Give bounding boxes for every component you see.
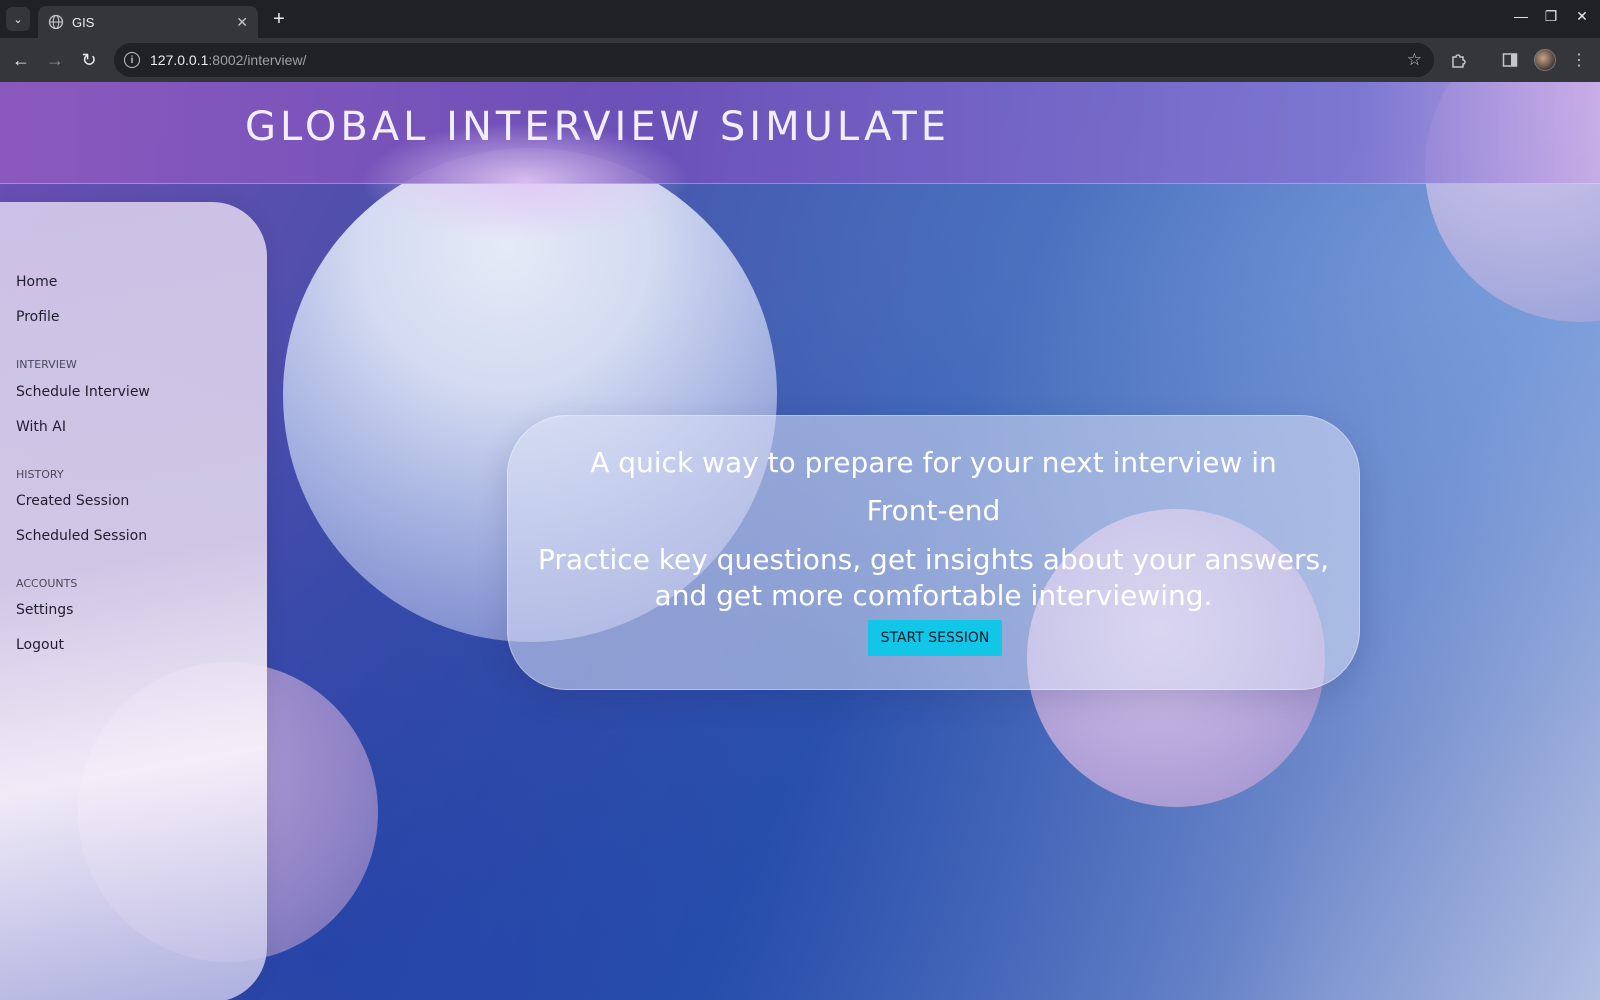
window-close-icon[interactable]: ✕ bbox=[1570, 8, 1594, 25]
site-info-icon[interactable]: i bbox=[124, 52, 140, 68]
more-menu-icon[interactable]: ⋮ bbox=[1566, 47, 1592, 73]
extensions-puzzle-icon[interactable] bbox=[1446, 47, 1472, 73]
browser-tab[interactable]: GIS ✕ bbox=[38, 6, 258, 38]
tab-search-button[interactable]: ⌄ bbox=[6, 7, 30, 31]
new-tab-button[interactable]: + bbox=[266, 6, 292, 32]
close-icon[interactable]: ✕ bbox=[236, 14, 248, 31]
hero-heading: A quick way to prepare for your next int… bbox=[590, 446, 1277, 479]
sidebar-section-interview: INTERVIEW bbox=[16, 358, 77, 371]
site-title: GLOBAL INTERVIEW SIMULATE bbox=[245, 104, 951, 150]
sidebar-item-scheduled-session[interactable]: Scheduled Session bbox=[16, 528, 147, 544]
sidebar: Home Profile INTERVIEW Schedule Intervie… bbox=[0, 202, 267, 1000]
sidebar-item-with-ai[interactable]: With AI bbox=[16, 419, 66, 435]
site-header: GLOBAL INTERVIEW SIMULATE bbox=[0, 82, 1600, 242]
browser-tab-strip: ⌄ GIS ✕ + — ❐ ✕ bbox=[0, 0, 1600, 38]
forward-arrow-icon[interactable]: → bbox=[42, 47, 68, 73]
sidebar-section-history: HISTORY bbox=[16, 468, 64, 481]
sidebar-item-home[interactable]: Home bbox=[16, 274, 57, 290]
url-path: :8002/interview/ bbox=[208, 52, 307, 68]
url-host: 127.0.0.1 bbox=[150, 52, 209, 68]
start-session-button[interactable]: START SESSION bbox=[868, 620, 1002, 656]
sidebar-item-logout[interactable]: Logout bbox=[16, 637, 64, 653]
sidebar-item-settings[interactable]: Settings bbox=[16, 602, 73, 618]
page-viewport: GLOBAL INTERVIEW SIMULATE Home Profile I… bbox=[0, 82, 1600, 1000]
sidebar-item-created-session[interactable]: Created Session bbox=[16, 493, 129, 509]
back-arrow-icon[interactable]: ← bbox=[8, 47, 34, 73]
browser-toolbar: ← → ↻ i 127.0.0.1:8002/interview/ ☆ ⋮ bbox=[0, 38, 1600, 82]
minimize-icon[interactable]: — bbox=[1509, 8, 1533, 24]
hero-topic: Front-end bbox=[866, 494, 1001, 527]
tab-title: GIS bbox=[72, 14, 95, 30]
reload-icon[interactable]: ↻ bbox=[76, 47, 102, 73]
hero-card: A quick way to prepare for your next int… bbox=[507, 415, 1360, 690]
globe-icon bbox=[48, 14, 64, 30]
restore-icon[interactable]: ❐ bbox=[1539, 8, 1563, 25]
chevron-down-icon: ⌄ bbox=[13, 13, 23, 26]
bookmark-star-icon[interactable]: ☆ bbox=[1407, 50, 1422, 70]
profile-avatar[interactable] bbox=[1534, 49, 1556, 71]
sidebar-section-accounts: ACCOUNTS bbox=[16, 577, 78, 590]
sidebar-item-profile[interactable]: Profile bbox=[16, 309, 60, 325]
hero-description: Practice key questions, get insights abo… bbox=[538, 543, 1329, 612]
side-panel-icon[interactable] bbox=[1497, 47, 1523, 73]
sidebar-item-schedule-interview[interactable]: Schedule Interview bbox=[16, 384, 150, 400]
address-bar[interactable]: i 127.0.0.1:8002/interview/ ☆ bbox=[114, 43, 1434, 77]
